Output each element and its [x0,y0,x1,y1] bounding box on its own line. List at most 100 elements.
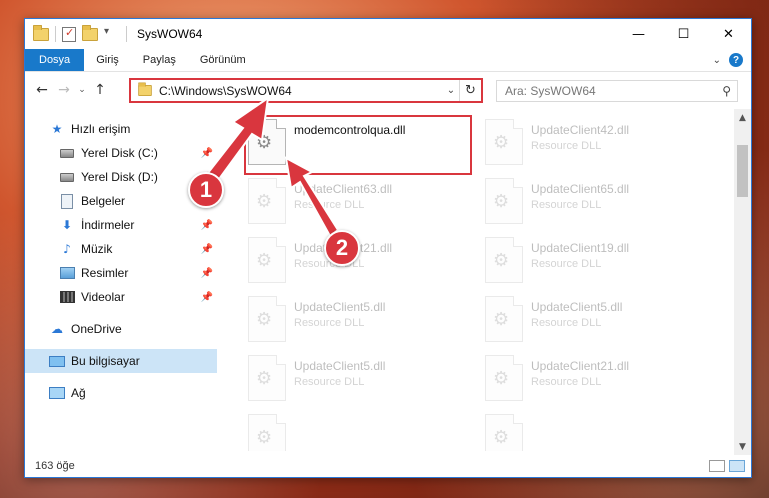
pin-icon[interactable]: 📌 [201,268,213,279]
file-name: UpdateClient5.dll [294,300,386,314]
recent-locations-button[interactable]: ⌄ [75,85,89,95]
sidebar-item-onedrive[interactable]: ☁ OneDrive [25,317,217,341]
file-type: Resource DLL [531,376,602,388]
divider [55,26,56,42]
file-name: UpdateClient5.dll [531,300,623,314]
sidebar-item-label: Belgeler [81,194,126,208]
refresh-button[interactable]: ↻ [459,80,481,101]
scroll-down-icon[interactable]: ▼ [734,438,751,455]
file-name: UpdateClient42.dll [531,123,630,137]
network-icon [49,385,65,401]
sidebar-item-pictures[interactable]: Resimler 📌 [25,261,217,285]
sidebar-item-downloads[interactable]: ⬇ İndirmeler 📌 [25,213,217,237]
sidebar-item-this-pc[interactable]: Bu bilgisayar [25,349,217,373]
sidebar-item-label: Müzik [81,242,113,256]
sidebar-item-label: Resimler [81,266,129,280]
ribbon-right-controls: ⌄ ? [713,49,751,71]
pin-icon[interactable]: 📌 [201,292,213,303]
file-item[interactable]: ⚙ UpdateClient21.dll Resource DLL [485,355,715,405]
sidebar-item-network[interactable]: Ağ [25,381,217,405]
divider [126,26,127,42]
file-list: ⚙ modemcontrolqua.dll ⚙ UpdateClient42.d… [230,115,735,451]
file-item[interactable]: ⚙ UpdateClient19.dll Resource DLL [485,237,715,287]
file-item[interactable]: ⚙ [248,414,478,451]
file-item[interactable]: ⚙ modemcontrolqua.dll [248,119,478,169]
file-item[interactable]: ⚙ UpdateClient5.dll Resource DLL [248,355,478,405]
drive-icon [59,145,75,161]
address-row: ← → ⌄ ↑ C:\Windows\SysWOW64 ⌄ ↻ Ara: Sys… [25,75,751,105]
sidebar-item-label: Yerel Disk (C:) [81,146,158,160]
file-type: Resource DLL [531,140,602,152]
file-name: UpdateClient65.dll [531,182,630,196]
details-view-icon[interactable] [709,460,725,472]
ribbon-tabs: Dosya Giriş Paylaş Görünüm ⌄ ? [25,49,751,72]
tab-share[interactable]: Paylaş [131,49,188,71]
back-button[interactable]: ← [31,82,53,98]
sidebar-item-quick-access[interactable]: ★ Hızlı erişim [25,117,217,141]
scroll-up-icon[interactable]: ▲ [734,109,751,126]
file-item[interactable]: ⚙ UpdateClient42.dll Resource DLL [485,119,715,169]
sidebar-item-label: OneDrive [71,322,122,336]
vertical-scrollbar[interactable]: ▲ ▼ [734,109,751,455]
maximize-button[interactable]: ☐ [661,19,706,49]
file-type: Resource DLL [294,376,365,388]
folder-icon [138,82,152,97]
address-dropdown-icon[interactable]: ⌄ [443,85,459,96]
customize-toolbar-icon[interactable]: ▾ [104,26,120,42]
window-title: SysWOW64 [137,27,203,41]
navigation-pane: ★ Hızlı erişim Yerel Disk (C:) 📌 Yerel D… [25,115,217,451]
sidebar-item-label: İndirmeler [81,218,135,232]
tab-home[interactable]: Giriş [84,49,131,71]
cloud-icon: ☁ [51,322,63,336]
properties-icon[interactable] [62,26,76,42]
pictures-icon [59,265,75,281]
sidebar-item-local-disk-c[interactable]: Yerel Disk (C:) 📌 [25,141,217,165]
file-item[interactable]: ⚙ UpdateClient5.dll Resource DLL [248,296,478,346]
step-2-badge: 2 [324,230,360,266]
expand-ribbon-icon[interactable]: ⌄ [713,55,721,66]
dll-file-icon: ⚙ [248,119,286,165]
dll-file-icon: ⚙ [248,178,286,224]
address-path[interactable]: C:\Windows\SysWOW64 [159,84,443,98]
pin-icon[interactable]: 📌 [201,148,213,159]
file-item[interactable]: ⚙ [485,414,715,451]
sidebar-item-music[interactable]: ♪ Müzik 📌 [25,237,217,261]
file-item[interactable]: ⚙ UpdateClient65.dll Resource DLL [485,178,715,228]
dll-file-icon: ⚙ [248,355,286,401]
new-folder-icon[interactable] [82,24,98,41]
file-item[interactable]: ⚙ UpdateClient63.dll Resource DLL [248,178,478,228]
documents-icon [59,193,75,209]
title-bar: ▾ SysWOW64 — ☐ ✕ [25,19,751,49]
dll-file-icon: ⚙ [248,414,286,451]
file-item[interactable]: ⚙ UpdateClient5.dll Resource DLL [485,296,715,346]
scrollbar-thumb[interactable] [737,145,748,197]
up-button[interactable]: ↑ [89,82,111,98]
status-bar: 163 öğe [25,455,751,477]
file-name: modemcontrolqua.dll [294,123,406,137]
dll-file-icon: ⚙ [248,296,286,342]
pin-icon[interactable]: 📌 [201,244,213,255]
sidebar-item-videos[interactable]: Videolar 📌 [25,285,217,309]
tab-file[interactable]: Dosya [25,49,85,71]
file-type: Resource DLL [531,258,602,270]
minimize-button[interactable]: — [616,19,661,49]
tiles-view-icon[interactable] [729,460,745,472]
address-bar[interactable]: C:\Windows\SysWOW64 ⌄ ↻ [129,78,483,103]
search-placeholder: Ara: SysWOW64 [505,84,596,98]
dll-file-icon: ⚙ [485,119,523,165]
sidebar-item-label: Yerel Disk (D:) [81,170,158,184]
file-item[interactable]: ⚙ UpdateClient21.dll Resource DLL [248,237,478,287]
close-button[interactable]: ✕ [706,19,751,49]
dll-file-icon: ⚙ [485,414,523,451]
file-explorer-window: ▾ SysWOW64 — ☐ ✕ Dosya Giriş Paylaş Görü… [24,18,752,478]
computer-icon [49,353,65,369]
file-type: Resource DLL [531,199,602,211]
search-input[interactable]: Ara: SysWOW64 ⚲ [496,80,738,102]
file-type: Resource DLL [294,199,365,211]
forward-button[interactable]: → [53,82,75,98]
pin-icon[interactable]: 📌 [201,220,213,231]
help-icon[interactable]: ? [729,53,743,67]
file-name: UpdateClient5.dll [294,359,386,373]
file-name: UpdateClient63.dll [294,182,393,196]
tab-view[interactable]: Görünüm [188,49,258,71]
